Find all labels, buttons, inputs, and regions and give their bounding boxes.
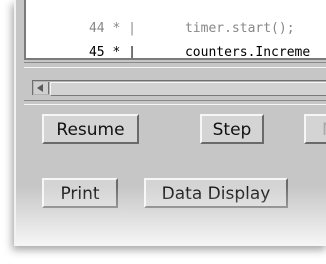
resume-button[interactable]: Resume: [42, 114, 139, 144]
source-line-44[interactable]: 44 * | timer.start();: [42, 2, 295, 36]
step-button[interactable]: Step: [200, 114, 264, 144]
data-display-button[interactable]: Data Display: [144, 178, 288, 208]
print-button[interactable]: Print: [42, 178, 118, 208]
source-code-pane: 44 * | timer.start(); 45 * | counters.Incr…: [24, 0, 326, 60]
source-line-45[interactable]: 45 * | counters.Increme: [42, 26, 310, 58]
scroll-left-arrow-icon[interactable]: [34, 82, 49, 94]
scrollbar-thumb[interactable]: [50, 82, 326, 96]
horizontal-scrollbar[interactable]: [32, 80, 326, 96]
debugger-window: 44 * | timer.start(); 45 * | counters.Incr…: [14, 0, 326, 246]
code-text: counters.Increme: [184, 45, 311, 60]
divider: [24, 100, 326, 105]
next-button[interactable]: N: [304, 114, 326, 144]
line-number: 45 * |: [88, 45, 136, 60]
pane-separator: [24, 62, 326, 68]
